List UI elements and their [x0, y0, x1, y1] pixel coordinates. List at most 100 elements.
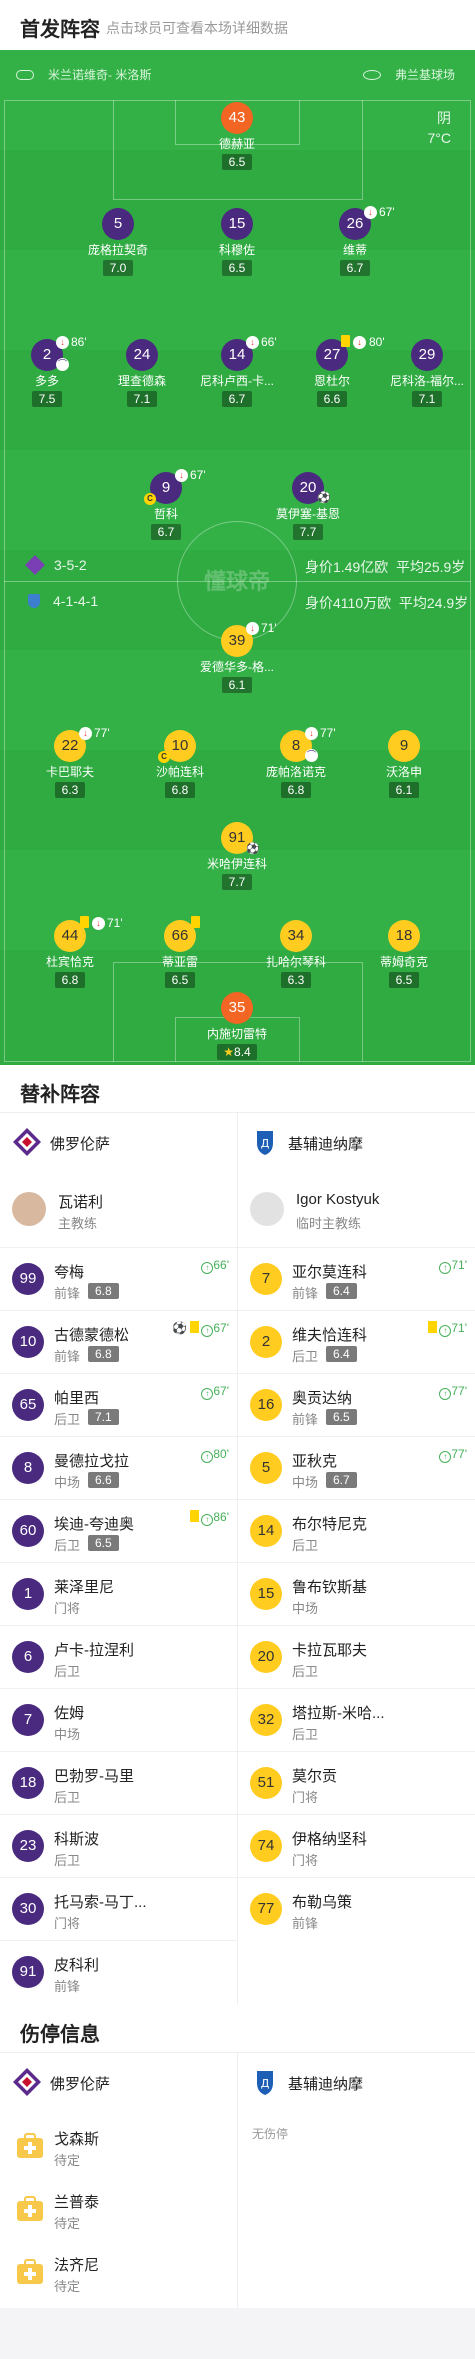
yellow-card-icon — [80, 916, 89, 928]
player-position: 后卫 — [54, 1412, 81, 1427]
away-player[interactable]: 22 卡巴耶夫 6.3 — [10, 730, 130, 799]
goal-ball-icon: ⚽ — [317, 492, 331, 504]
sub-time: 77' — [94, 726, 110, 740]
away-sub-row[interactable]: 20 卡拉瓦耶夫 后卫 — [238, 1625, 475, 1688]
player-number: 7 — [250, 1263, 282, 1295]
away-player[interactable]: 9 沃洛申 6.1 — [344, 730, 464, 799]
svg-text:Д: Д — [261, 1137, 270, 1150]
away-sub-row[interactable]: 15 鲁布钦斯基 中场 — [238, 1562, 475, 1625]
player-rating: 6.8 — [88, 1346, 119, 1362]
player-position: 后卫 — [292, 1664, 319, 1679]
player-number: 15 — [250, 1578, 282, 1610]
player-position: 门将 — [292, 1853, 319, 1868]
player-name: 科斯波 — [54, 1831, 100, 1848]
home-player[interactable]: 20 莫伊塞-基恩 7.7 — [248, 472, 368, 541]
sub-out-icon: ↓ — [305, 727, 318, 740]
home-player-gk[interactable]: 43 德赫亚 6.5 — [177, 102, 297, 171]
away-coach[interactable]: Igor Kostyuk 临时主教练 — [238, 1175, 475, 1245]
captain-icon: C — [144, 493, 156, 505]
home-sub-row[interactable]: 7 佐姆 中场 — [0, 1688, 237, 1751]
player-rating: 7.7 — [222, 874, 252, 890]
home-sub-row[interactable]: 60 埃迪-夸迪奥 后卫 6.5 ↑ 86' — [0, 1499, 237, 1562]
player-name: 曼德拉戈拉 — [54, 1453, 130, 1470]
player-rating: 7.0 — [103, 260, 133, 276]
away-sub-row[interactable]: 7 亚尔莫连科 前锋 6.4 ↑ 71' — [238, 1247, 475, 1310]
sub-in-icon: ↑ — [201, 1388, 214, 1400]
player-number: 99 — [12, 1263, 44, 1295]
away-formation: 4-1-4-1 — [28, 593, 98, 609]
home-sub-row[interactable]: 6 卢卡-拉涅利 后卫 — [0, 1625, 237, 1688]
home-sub-row[interactable]: 99 夸梅 前锋 6.8 ↑ 66' — [0, 1247, 237, 1310]
player-name: 科穆佐 — [218, 243, 255, 257]
player-position: 门将 — [54, 1601, 81, 1616]
player-rating: 6.1 — [389, 782, 419, 798]
fiorentina-logo-icon — [13, 2068, 41, 2096]
player-rating: 6.4 — [326, 1283, 357, 1299]
home-player[interactable]: 29 尼科洛-福尔... 7.1 — [367, 339, 475, 408]
away-player[interactable]: 8 庞帕洛诺克 6.8 — [236, 730, 356, 799]
player-position: 后卫 — [54, 1538, 81, 1553]
away-sub-row[interactable]: 51 莫尔贡 门将 — [238, 1751, 475, 1814]
away-player[interactable]: 44 杜宾恰克 6.8 — [10, 920, 130, 989]
home-player[interactable]: 9 哲科 6.7 — [106, 472, 226, 541]
home-sub-row[interactable]: 8 曼德拉戈拉 中场 6.6 ↑ 80' — [0, 1436, 237, 1499]
away-sub-row[interactable]: 14 布尔特尼克 后卫 — [238, 1499, 475, 1562]
player-rating: 7.1 — [127, 391, 157, 407]
player-number: 18 — [388, 920, 420, 952]
player-name: 皮科利 — [54, 1957, 100, 1974]
away-player[interactable]: 10 沙帕连科 6.8 — [120, 730, 240, 799]
home-team-row[interactable]: 佛罗伦萨 — [0, 2053, 237, 2113]
away-team-row[interactable]: Д 基辅迪纳摩 — [238, 1113, 475, 1173]
home-player[interactable]: 5 庞格拉契奇 7.0 — [58, 208, 178, 277]
away-sub-row[interactable]: 16 奥贡达纳 前锋 6.5 ↑ 77' — [238, 1373, 475, 1436]
player-name: 布勒乌策 — [292, 1894, 353, 1911]
home-player[interactable]: 26 维蒂 6.7 — [295, 208, 415, 277]
player-position: 门将 — [54, 1916, 81, 1931]
subs-section-header: 替补阵容 — [0, 1065, 475, 1113]
home-sub-row[interactable]: 91 皮科利 前锋 — [0, 1940, 237, 2003]
home-player[interactable]: 15 科穆佐 6.5 — [177, 208, 297, 277]
home-coach[interactable]: 瓦诺利 主教练 — [0, 1175, 237, 1245]
player-name: 杜宾恰克 — [45, 955, 94, 969]
away-sub-row[interactable]: 32 塔拉斯-米哈... 后卫 — [238, 1688, 475, 1751]
sub-out-icon: ↓ — [175, 469, 188, 482]
player-rating: 6.7 — [222, 391, 252, 407]
away-player[interactable]: 34 扎哈尔琴科 6.3 — [236, 920, 356, 989]
home-team-row[interactable]: 佛罗伦萨 — [0, 1113, 237, 1173]
player-position: 后卫 — [54, 1790, 81, 1805]
away-player[interactable]: 18 蒂姆奇克 6.5 — [344, 920, 464, 989]
sub-in-icon: ↑ — [439, 1325, 452, 1337]
injured-player-name: 法齐尼 — [54, 2257, 100, 2274]
away-sub-row[interactable]: 74 伊格纳坚科 门将 — [238, 1814, 475, 1877]
player-rating: 6.5 — [165, 972, 195, 988]
away-player[interactable]: 66 蒂亚雷 6.5 — [120, 920, 240, 989]
away-sub-row[interactable]: 5 亚秋克 中场 6.7 ↑ 77' — [238, 1436, 475, 1499]
player-rating: 6.8 — [55, 972, 85, 988]
player-rating: 6.7 — [326, 1472, 357, 1488]
player-number: 91 — [12, 1956, 44, 1988]
home-sub-row[interactable]: 1 莱泽里尼 门将 — [0, 1562, 237, 1625]
away-player-gk[interactable]: 35 内施切雷特 ★8.4 — [177, 992, 297, 1061]
away-player[interactable]: 91 米哈伊连科 7.7 — [177, 822, 297, 891]
coach-avatar — [12, 1192, 46, 1226]
away-sub-row[interactable]: 2 维夫恰连科 后卫 6.4 ↑ 71' — [238, 1310, 475, 1373]
home-sub-row[interactable]: 23 科斯波 后卫 — [0, 1814, 237, 1877]
home-sub-row[interactable]: 65 帕里西 后卫 7.1 ↑ 67' — [0, 1373, 237, 1436]
away-sub-row[interactable]: 77 布勒乌策 前锋 — [238, 1877, 475, 1940]
medical-kit-icon — [17, 2133, 43, 2158]
player-number: 14 — [250, 1515, 282, 1547]
player-rating: 7.1 — [412, 391, 442, 407]
yellow-card-icon — [190, 1321, 200, 1333]
away-team-row[interactable]: Д 基辅迪纳摩 — [238, 2053, 475, 2113]
player-name: 德赫亚 — [218, 137, 255, 151]
home-sub-row[interactable]: 30 托马索-马丁... 门将 — [0, 1877, 237, 1940]
injury-row[interactable]: 法齐尼 待定 — [0, 2241, 237, 2304]
whistle-icon — [16, 70, 34, 80]
injury-row[interactable]: 戈森斯 待定 — [0, 2115, 237, 2178]
injury-row[interactable]: 兰普泰 待定 — [0, 2178, 237, 2241]
lineup-header: 首发阵容 点击球员可查看本场详细数据 — [0, 0, 475, 50]
player-rating: 6.6 — [88, 1472, 119, 1488]
home-sub-row[interactable]: 10 古德蒙德松 前锋 6.8 ⚽ ↑ 67' — [0, 1310, 237, 1373]
away-player[interactable]: 39 爱德华多-格... 6.1 — [177, 625, 297, 694]
home-sub-row[interactable]: 18 巴勃罗-马里 后卫 — [0, 1751, 237, 1814]
